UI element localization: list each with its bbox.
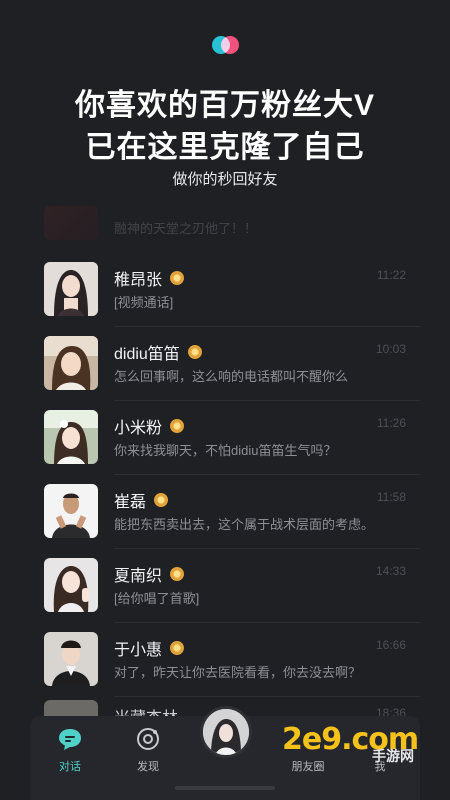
discover-icon [137,728,159,750]
avatar [44,262,98,316]
faded-preview: 融神的天堂之刃他了！！ [114,221,258,236]
contact-name: 小米粉 [114,420,163,437]
avatar [44,336,98,390]
site-watermark: 2e9.com 手游网 [282,722,432,772]
hero-subtitle: 做你的秒回好友 [172,171,278,188]
tab-discover[interactable]: 发现 [118,726,178,774]
avatar [44,700,98,716]
message-time: 11:22 [376,268,406,282]
avatar [44,484,98,538]
row-divider [114,400,420,401]
message-preview: 你来找我聊天，不怕didiu笛笛生气吗？ [114,443,337,458]
logo-dot-pink [221,36,239,54]
row-divider [114,548,420,549]
name-line: 夏南织 [114,562,185,586]
row-divider [114,474,420,475]
avatar [44,558,98,612]
verified-badge-icon [170,419,185,433]
contact-name: 崔磊 [114,494,147,511]
contact-name: 稚昂张 [114,272,163,289]
app-logo [212,36,240,54]
message-time: 10:03 [375,342,406,356]
row-divider [114,622,420,623]
tab-chat[interactable]: 对话 [40,726,100,774]
chat-row[interactable]: didiu笛笛 10:03 怎么回事啊，这么响的电话都叫不醒你么 [0,334,450,408]
hero-headline-line2: 已在这里克隆了自己 [85,131,365,164]
faded-avatar [44,206,98,240]
name-line: 稚昂张 [114,266,185,290]
tab-label: 对话 [59,761,81,773]
row-divider [114,696,420,697]
chat-row[interactable]: 小米粉 11:26 你来找我聊天，不怕didiu笛笛生气吗？ [0,408,450,482]
avatar [44,632,98,686]
message-time: 11:26 [376,416,406,430]
message-preview: [视频通话] [114,295,174,310]
hero-headline-line1: 你喜欢的百万粉丝大V [74,89,375,122]
contact-name: 于小惠 [114,642,163,659]
message-time: 16:66 [375,638,406,652]
avatar [44,410,98,464]
app-screen: 你喜欢的百万粉丝大V 已在这里克隆了自己 做你的秒回好友 融神的天堂之刃他了！！… [0,0,450,800]
tab-label: 发现 [137,761,159,773]
contact-name: didiu笛笛 [114,346,180,363]
verified-badge-icon [170,567,185,581]
contact-name: 夏南织 [114,568,163,585]
verified-badge-icon [170,641,185,655]
verified-badge-icon [170,271,185,285]
message-preview: 对了，昨天让你去医院看看，你去没去啊？ [114,665,362,680]
center-profile-avatar[interactable] [200,706,252,758]
message-preview: 能把东西卖出去，这个属于战术层面的考虑。 [114,517,375,532]
verified-badge-icon [187,345,202,359]
message-preview: [给你唱了首歌] [114,591,200,606]
message-time: 11:58 [376,490,406,504]
home-indicator [175,786,275,790]
chat-bubble-icon [59,729,81,750]
chat-row[interactable]: 夏南织 14:33 [给你唱了首歌] [0,556,450,630]
name-line: 崔磊 [114,488,169,512]
name-line: 于小惠 [114,636,185,660]
faded-chat-row: 融神的天堂之刃他了！！ [44,206,424,242]
message-time: 14:33 [375,564,406,578]
name-line: didiu笛笛 [114,340,202,364]
chat-row[interactable]: 稚昂张 11:22 [视频通话] [0,260,450,334]
name-line: 小米粉 [114,414,185,438]
watermark-sub: 手游网 [372,748,414,764]
row-divider [114,326,420,327]
chat-row[interactable]: 崔磊 11:58 能把东西卖出去，这个属于战术层面的考虑。 [0,482,450,556]
verified-badge-icon [154,493,169,507]
message-preview: 怎么回事啊，这么响的电话都叫不醒你么 [114,369,349,384]
chat-row[interactable]: 于小惠 16:66 对了，昨天让你去医院看看，你去没去啊？ [0,630,450,704]
